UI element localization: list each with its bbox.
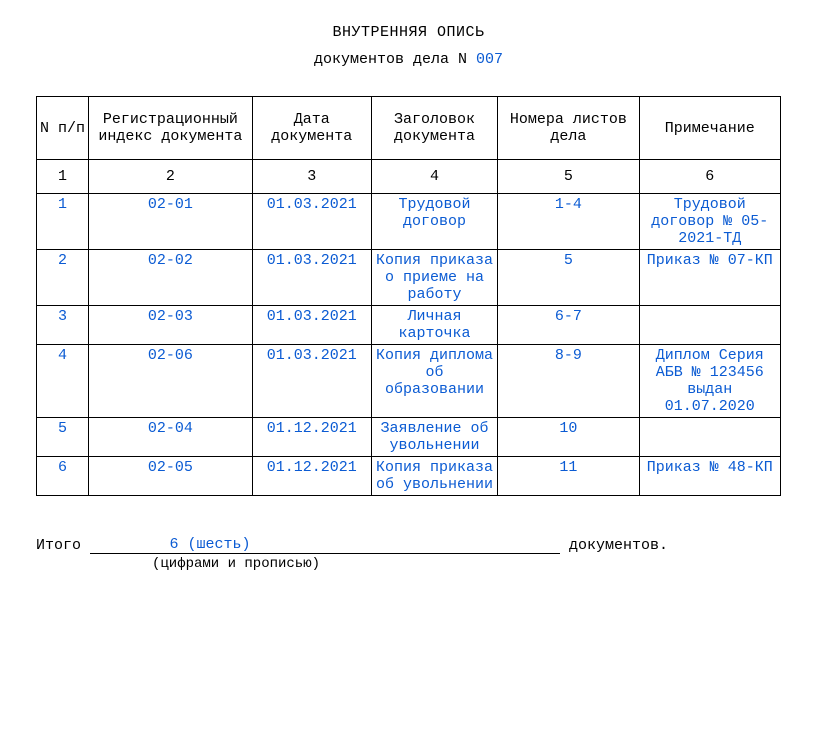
totals-suffix: документов. — [560, 537, 668, 554]
colnum-4: 4 — [371, 160, 497, 194]
cell-title: Копия диплома об образовании — [371, 345, 497, 418]
cell-date: 01.03.2021 — [252, 306, 371, 345]
case-number: 007 — [476, 51, 503, 68]
cell-n: 4 — [37, 345, 89, 418]
cell-sheets: 5 — [498, 250, 639, 306]
colnum-1: 1 — [37, 160, 89, 194]
cell-note: Диплом Серия АБВ № 123456 выдан 01.07.20… — [639, 345, 780, 418]
cell-n: 3 — [37, 306, 89, 345]
totals-label: Итого — [36, 537, 90, 554]
colnum-5: 5 — [498, 160, 639, 194]
column-number-row: 1 2 3 4 5 6 — [37, 160, 781, 194]
inventory-table: N п/п Регистрационный индекс документа Д… — [36, 96, 781, 496]
table-body: 102-0101.03.2021Трудовой договор1-4Трудо… — [37, 194, 781, 496]
title-line2: документов дела N 007 — [36, 51, 781, 68]
col-header-npp: N п/п — [37, 97, 89, 160]
col-header-note: Примечание — [639, 97, 780, 160]
title-line2-prefix: документов дела N — [314, 51, 476, 68]
title-line1: ВНУТРЕННЯЯ ОПИСЬ — [36, 24, 781, 41]
totals-caption: (цифрами и прописью) — [116, 556, 356, 572]
title-block: ВНУТРЕННЯЯ ОПИСЬ документов дела N 007 — [36, 24, 781, 68]
colnum-6: 6 — [639, 160, 780, 194]
cell-date: 01.12.2021 — [252, 418, 371, 457]
cell-note: Приказ № 48-КП — [639, 457, 780, 496]
cell-sheets: 11 — [498, 457, 639, 496]
col-header-title: Заголовок документа — [371, 97, 497, 160]
cell-sheets: 1-4 — [498, 194, 639, 250]
cell-title: Копия приказа об увольнении — [371, 457, 497, 496]
cell-n: 5 — [37, 418, 89, 457]
cell-n: 1 — [37, 194, 89, 250]
cell-index: 02-02 — [89, 250, 253, 306]
cell-index: 02-03 — [89, 306, 253, 345]
col-header-index: Регистрационный индекс документа — [89, 97, 253, 160]
cell-index: 02-01 — [89, 194, 253, 250]
cell-index: 02-04 — [89, 418, 253, 457]
cell-note: Приказ № 07-КП — [639, 250, 780, 306]
cell-date: 01.03.2021 — [252, 250, 371, 306]
cell-note — [639, 306, 780, 345]
table-row: 202-0201.03.2021Копия приказа о приеме н… — [37, 250, 781, 306]
table-row: 602-0501.12.2021Копия приказа об увольне… — [37, 457, 781, 496]
table-row: 502-0401.12.2021Заявление об увольнении1… — [37, 418, 781, 457]
cell-sheets: 10 — [498, 418, 639, 457]
cell-title: Трудовой договор — [371, 194, 497, 250]
cell-index: 02-05 — [89, 457, 253, 496]
cell-date: 01.12.2021 — [252, 457, 371, 496]
cell-index: 02-06 — [89, 345, 253, 418]
table-row: 402-0601.03.2021Копия диплома об образов… — [37, 345, 781, 418]
table-row: 102-0101.03.2021Трудовой договор1-4Трудо… — [37, 194, 781, 250]
col-header-sheets: Номера листов дела — [498, 97, 639, 160]
cell-date: 01.03.2021 — [252, 194, 371, 250]
table-head: N п/п Регистрационный индекс документа Д… — [37, 97, 781, 194]
cell-date: 01.03.2021 — [252, 345, 371, 418]
cell-title: Копия приказа о приеме на работу — [371, 250, 497, 306]
totals-block: Итого 6 (шесть) документов. (цифрами и п… — [36, 536, 781, 572]
cell-title: Заявление об увольнении — [371, 418, 497, 457]
cell-n: 2 — [37, 250, 89, 306]
table-row: 302-0301.03.2021Личная карточка6-7 — [37, 306, 781, 345]
totals-blank-underline — [330, 553, 560, 554]
colnum-2: 2 — [89, 160, 253, 194]
colnum-3: 3 — [252, 160, 371, 194]
cell-n: 6 — [37, 457, 89, 496]
cell-note: Трудовой договор № 05-2021-ТД — [639, 194, 780, 250]
cell-sheets: 8-9 — [498, 345, 639, 418]
totals-value: 6 (шесть) — [90, 536, 330, 554]
cell-title: Личная карточка — [371, 306, 497, 345]
cell-note — [639, 418, 780, 457]
cell-sheets: 6-7 — [498, 306, 639, 345]
col-header-date: Дата документа — [252, 97, 371, 160]
